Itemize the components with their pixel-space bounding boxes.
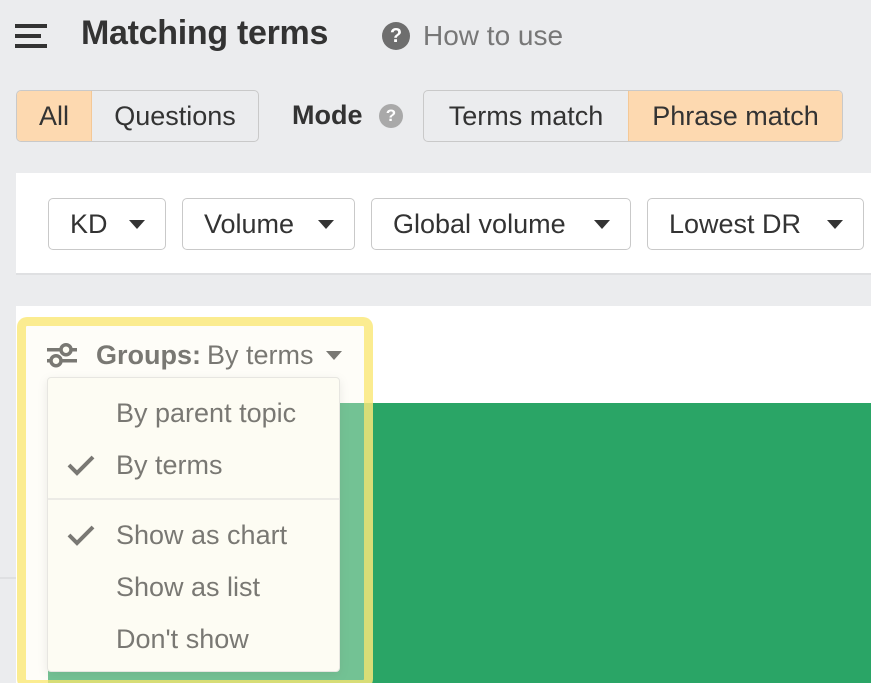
filter-label: Global volume <box>393 208 566 239</box>
groups-value: By terms <box>207 339 314 370</box>
caret-down-icon <box>129 220 145 229</box>
caret-down-icon <box>325 350 342 360</box>
menu-item-label: By parent topic <box>116 397 297 428</box>
menu-divider <box>48 498 339 500</box>
filter-label: Lowest DR <box>669 208 802 239</box>
filter-bar: KD Volume Global volume Lowest DR <box>16 173 871 275</box>
caret-down-icon <box>318 220 334 229</box>
groups-dropdown-menu: By parent topic By terms Show as chart S… <box>47 377 340 672</box>
mode-label: Mode <box>292 100 363 130</box>
page-header: Matching terms ? How to use <box>0 0 871 72</box>
menu-item-show-as-chart[interactable]: Show as chart <box>48 513 339 557</box>
checkmark-icon <box>67 455 95 476</box>
caret-down-icon <box>594 220 610 229</box>
hamburger-icon[interactable] <box>15 24 47 48</box>
groups-dropdown-toggle[interactable]: Groups: By terms <box>47 338 342 372</box>
menu-item-dont-show[interactable]: Don't show <box>48 617 339 661</box>
question-circle-icon: ? <box>382 22 410 50</box>
sliders-icon <box>47 342 77 368</box>
hamburger-bar <box>15 34 41 38</box>
how-to-use-label: How to use <box>423 20 564 51</box>
checkmark-icon <box>67 525 95 546</box>
menu-item-by-terms[interactable]: By terms <box>48 443 339 487</box>
global-volume-filter-dropdown[interactable]: Global volume <box>371 198 631 250</box>
page-title: Matching terms <box>81 14 329 52</box>
hamburger-bar <box>15 24 47 28</box>
menu-item-label: By terms <box>116 449 223 480</box>
menu-item-by-parent-topic[interactable]: By parent topic <box>48 391 339 435</box>
mode-phrase-match-button[interactable]: Phrase match <box>628 91 842 141</box>
groups-label: Groups: <box>96 339 201 370</box>
how-to-use-link[interactable]: ? How to use <box>382 20 563 52</box>
volume-filter-dropdown[interactable]: Volume <box>182 198 355 250</box>
kd-filter-dropdown[interactable]: KD <box>48 198 166 250</box>
question-circle-icon[interactable]: ? <box>379 104 403 128</box>
mode-toggle-group: Terms match Phrase match <box>423 90 843 142</box>
menu-item-label: Don't show <box>116 623 249 654</box>
caret-down-icon <box>827 220 843 229</box>
menu-item-label: Show as chart <box>116 519 288 550</box>
menu-item-label: Show as list <box>116 571 261 602</box>
filter-label: Volume <box>204 208 295 239</box>
menu-item-show-as-list[interactable]: Show as list <box>48 565 339 609</box>
type-toggle-group: All Questions <box>16 90 259 142</box>
filter-label: KD <box>70 208 108 239</box>
divider <box>0 577 16 579</box>
hamburger-bar <box>15 44 47 48</box>
tab-all[interactable]: All <box>17 91 91 141</box>
tab-questions[interactable]: Questions <box>91 91 258 141</box>
lowest-dr-filter-dropdown[interactable]: Lowest DR <box>647 198 864 250</box>
mode-terms-match-button[interactable]: Terms match <box>424 91 628 141</box>
